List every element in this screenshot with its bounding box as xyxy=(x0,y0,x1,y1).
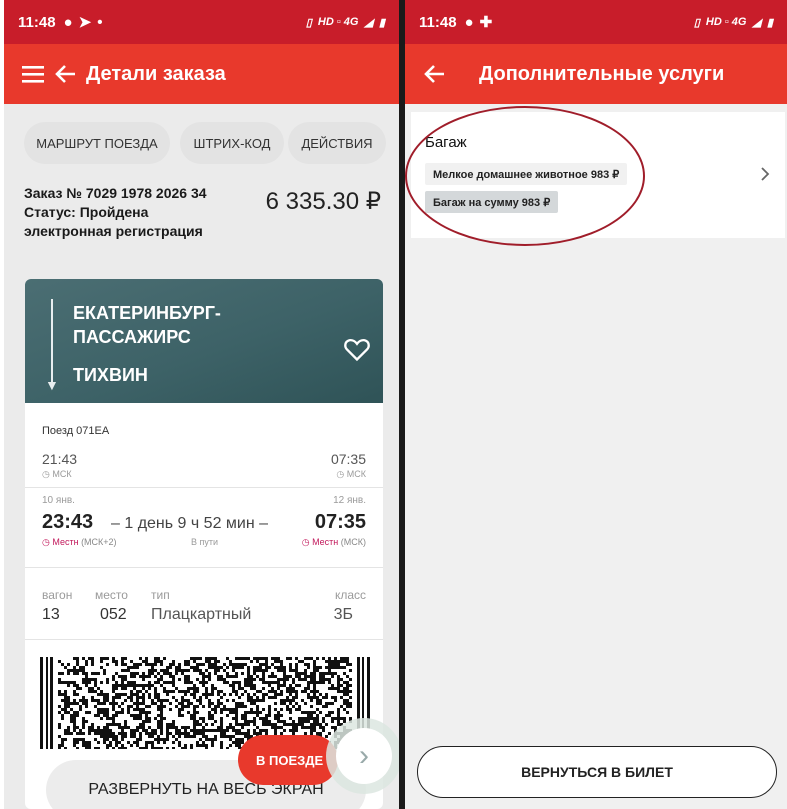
signal-icon: ◢ xyxy=(364,16,373,29)
chat-icon: ● xyxy=(63,13,73,31)
moscow-dep-time: 21:43 xyxy=(42,451,78,467)
route-to: ТИХВИН xyxy=(73,365,148,385)
local-dep-zone: ◷ Местн (МСК+2) xyxy=(42,537,117,548)
chip-actions[interactable]: ДЕЙСТВИЯ xyxy=(288,122,386,164)
local-dep-zone-label: ◷ Местн xyxy=(42,537,79,547)
place-value: 052 xyxy=(100,606,127,623)
order-info: Заказ № 7029 1978 2026 34 Статус: Пройде… xyxy=(24,184,207,241)
moscow-arr-time: 07:35 xyxy=(330,451,366,467)
status-bar: 11:48 ● ➤ • ▯ HD ▫ 4G ◢ ▮ xyxy=(4,0,399,44)
chevron-right-icon[interactable]: › xyxy=(336,728,392,784)
moscow-arr-zone: ◷ МСК xyxy=(336,469,366,479)
type-value: Плацкартный xyxy=(151,606,252,623)
network-label: HD ▫ 4G xyxy=(705,16,747,28)
order-status-detail: электронная регистрация xyxy=(24,223,203,239)
signal-icon: ◢ xyxy=(752,16,761,29)
local-arr-time: 07:35 xyxy=(314,511,366,533)
heart-icon[interactable] xyxy=(343,335,371,363)
wagon-value: 13 xyxy=(42,606,60,623)
network-label: HD ▫ 4G xyxy=(317,16,359,28)
extra-services-screen: 11:48 ● ✚ ▯ HD ▫ 4G ◢ ▮ Дополнительные у… xyxy=(405,0,787,809)
moscow-dep-zone-text: МСК xyxy=(52,469,72,479)
ticket-card: ▼ ЕКАТЕРИНБУРГ-ПАССАЖИРС ТИХВИН Поезд 07… xyxy=(25,279,383,809)
train-number: Поезд 071ЕА xyxy=(42,425,110,437)
route-from: ЕКАТЕРИНБУРГ-ПАССАЖИРС xyxy=(73,303,221,347)
local-dep-zone-text: Местн xyxy=(52,537,79,547)
arrow-down-icon: ▼ xyxy=(45,377,59,393)
duration-label: В пути xyxy=(191,537,219,547)
order-number: Заказ № 7029 1978 2026 34 xyxy=(24,185,207,201)
app-bar: Детали заказа xyxy=(4,44,399,104)
class-label: класс xyxy=(334,588,366,602)
order-details-screen: 11:48 ● ➤ • ▯ HD ▫ 4G ◢ ▮ Детали заказа … xyxy=(4,0,399,809)
order-price: 6 335.30 ₽ xyxy=(265,188,381,215)
chevron-right-icon[interactable] xyxy=(759,166,771,182)
route-line xyxy=(51,299,53,385)
chip-barcode[interactable]: ШТРИХ-КОД xyxy=(180,122,284,164)
back-arrow-icon[interactable] xyxy=(54,64,76,84)
duration: – 1 день 9 ч 52 мин – xyxy=(111,515,269,532)
dot-icon: • xyxy=(97,13,103,31)
divider xyxy=(25,567,383,568)
battery-icon: ▮ xyxy=(766,16,773,29)
local-arr-zone-label: ◷ Местн xyxy=(301,537,339,547)
back-arrow-icon[interactable] xyxy=(423,64,445,84)
local-arr-date: 12 янв. xyxy=(333,495,366,506)
menu-icon[interactable] xyxy=(22,65,44,83)
page-title: Детали заказа xyxy=(86,62,226,85)
status-time: 11:48 xyxy=(419,13,457,31)
moscow-arr-zone-text: МСК xyxy=(346,469,366,479)
vibrate-icon: ▯ xyxy=(305,16,312,29)
route-header: ▼ ЕКАТЕРИНБУРГ-ПАССАЖИРС ТИХВИН xyxy=(25,279,383,403)
app-bar: Дополнительные услуги xyxy=(405,44,787,104)
type-label: тип xyxy=(151,588,170,602)
wagon-label: вагон xyxy=(42,588,73,602)
moscow-dep-zone: ◷ МСК xyxy=(42,469,72,479)
highlight-circle xyxy=(405,106,645,246)
place-label: место xyxy=(95,588,128,602)
duration-text: 1 день 9 ч 52 мин xyxy=(124,515,255,532)
order-status: Статус: Пройдена xyxy=(24,204,149,220)
local-arr-zone: ◷ Местн (МСК) xyxy=(302,537,366,548)
status-bar: 11:48 ● ✚ ▯ HD ▫ 4G ◢ ▮ xyxy=(405,0,787,44)
add-contact-icon: ✚ xyxy=(479,14,493,31)
page-title: Дополнительные услуги xyxy=(479,62,725,85)
back-to-ticket-button[interactable]: ВЕРНУТЬСЯ В БИЛЕТ xyxy=(417,746,777,798)
local-dep-time: 23:43 xyxy=(42,511,94,533)
divider xyxy=(25,639,383,640)
battery-icon: ▮ xyxy=(378,16,385,29)
local-arr-zone-text: Местн xyxy=(312,537,339,547)
divider xyxy=(25,487,383,488)
local-dep-date: 10 янв. xyxy=(42,495,75,506)
status-time: 11:48 xyxy=(18,13,56,31)
chip-train-route[interactable]: МАРШРУТ ПОЕЗДА xyxy=(24,122,170,164)
telegram-icon: ➤ xyxy=(78,14,92,31)
vibrate-icon: ▯ xyxy=(693,16,700,29)
local-arr-zone-suffix: (МСК) xyxy=(338,537,366,547)
in-train-button[interactable]: В ПОЕЗДЕ xyxy=(238,735,338,785)
class-value: 3Б xyxy=(333,606,353,623)
chat-icon: ● xyxy=(464,13,474,31)
local-dep-zone-suffix: (МСК+2) xyxy=(78,537,117,547)
screenshot-frame: 11:48 ● ➤ • ▯ HD ▫ 4G ◢ ▮ Детали заказа … xyxy=(0,0,787,809)
